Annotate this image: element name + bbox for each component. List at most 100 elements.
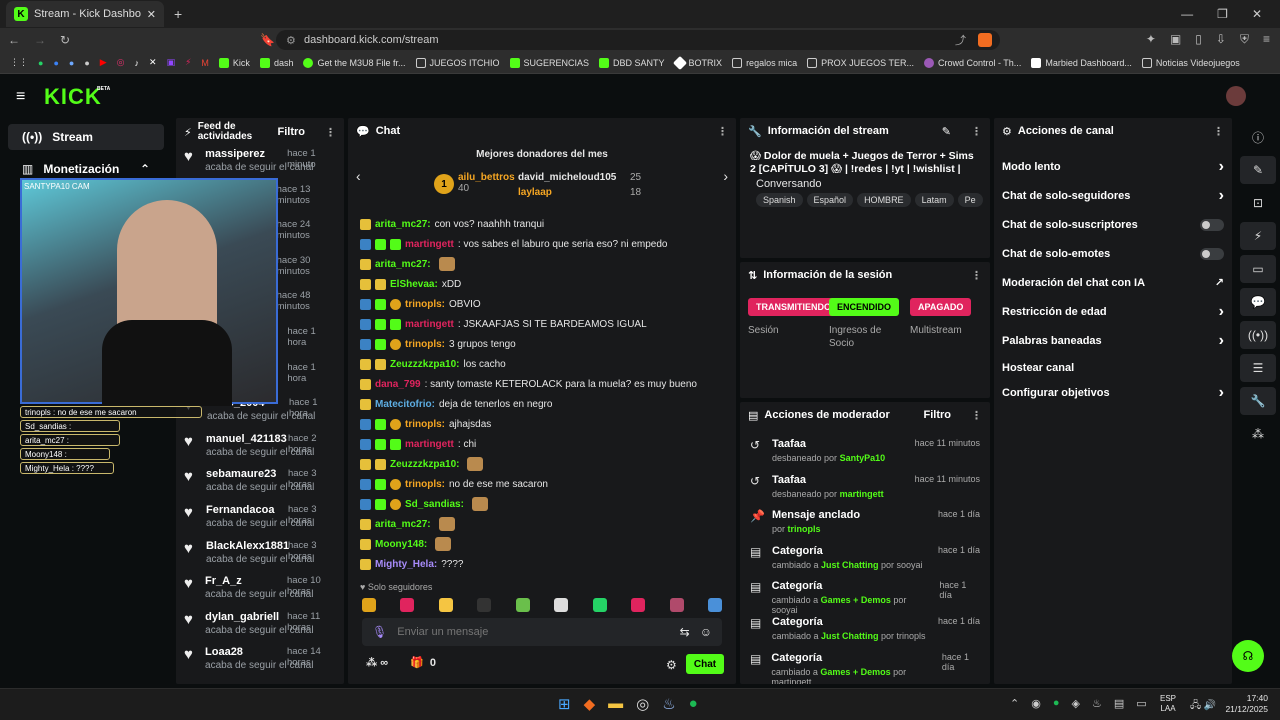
bookmark-marbied[interactable]: Marbied Dashboard... xyxy=(1031,57,1132,68)
chat-username[interactable]: martingett xyxy=(405,239,454,250)
bookmark-regalos-mica[interactable]: regalos mica xyxy=(732,57,797,68)
avatar[interactable] xyxy=(1226,86,1246,106)
broadcast-rail-icon[interactable]: ((•)) xyxy=(1240,321,1276,349)
emote-shortcut-icon[interactable] xyxy=(400,598,415,612)
chat-username[interactable]: trinopls: xyxy=(405,339,445,350)
send-chat-button[interactable]: Chat xyxy=(686,654,724,674)
apps-icon[interactable]: ⋮⋮ xyxy=(10,57,28,68)
feed-item[interactable]: ♥ Fernandacoa acaba de seguir el canal hace… xyxy=(176,502,344,538)
network-tray-icon[interactable]: ▭ xyxy=(1136,697,1146,710)
chat-message[interactable]: Sd_sandias: xyxy=(348,494,736,514)
chat-message[interactable]: ElShevaa: xDD xyxy=(348,274,736,294)
channel-action-hostear-canal[interactable]: Hostear canal xyxy=(994,355,1232,380)
bookmark-sugerencias[interactable]: SUGERENCIAS xyxy=(509,57,589,68)
vpn-icon[interactable]: ⛨ xyxy=(1240,32,1249,47)
tiktok-icon[interactable]: ♪ xyxy=(135,58,140,68)
spotify-icon[interactable]: ● xyxy=(689,695,698,713)
sidebar-item-stream[interactable]: ((•)) Stream xyxy=(8,124,164,150)
brave-taskbar-icon[interactable]: ◆ xyxy=(584,695,596,713)
chat-username[interactable]: Mighty_Hela: xyxy=(375,559,437,570)
emoji-icon[interactable]: ☺ xyxy=(700,625,712,639)
gmail-icon[interactable]: M xyxy=(201,58,209,68)
x-icon[interactable]: ✕ xyxy=(149,57,157,68)
chat-message[interactable]: arita_mc27: xyxy=(348,254,736,274)
points-icon[interactable]: ⁂ ∞ xyxy=(366,656,388,669)
feed-item[interactable]: ♥ Loaa28 acaba de seguir el canal hace 14 h… xyxy=(176,644,344,680)
channel-action-chat-de-solo-seguidores[interactable]: Chat de solo-seguidores › xyxy=(994,181,1232,210)
bookmark-prox-juegos[interactable]: PROX JUEGOS TER... xyxy=(807,57,914,68)
bookmark-icon-4[interactable]: ● xyxy=(84,58,89,68)
menu-icon[interactable]: ≡ xyxy=(1263,32,1270,47)
bookmark-icon-3[interactable]: ● xyxy=(69,58,74,68)
lightning-rail-icon[interactable]: ⚡ xyxy=(1240,222,1276,250)
toggle-switch[interactable] xyxy=(1200,247,1224,260)
emote-shortcut-icon[interactable] xyxy=(631,598,646,612)
channel-action-moderaci-n-del-chat-con-ia[interactable]: Moderación del chat con IA ↗ xyxy=(994,268,1232,297)
emote-shortcut-icon[interactable] xyxy=(554,598,569,612)
mod-action-row[interactable]: ▤ Categoría cambiado a Just Chatting por s… xyxy=(740,543,990,579)
chat-message[interactable]: Zeuzzzkzpa10: xyxy=(348,454,736,474)
bookmark-kick[interactable]: Kick xyxy=(218,57,250,68)
chat-message[interactable]: Mighty_Hela:???? xyxy=(348,554,736,574)
emote-shortcut-icon[interactable] xyxy=(669,598,684,612)
gift-icon[interactable]: 🎁 xyxy=(410,656,424,669)
windows-start-icon[interactable]: ⊞ xyxy=(558,695,571,713)
chat-menu-icon[interactable]: ⋮ xyxy=(717,125,728,138)
bolt-icon[interactable]: ⚡ xyxy=(185,57,191,68)
chat-username[interactable]: ElShevaa: xyxy=(390,279,438,290)
tray-chevron-icon[interactable]: ⌃ xyxy=(1010,697,1019,710)
stream-info-menu-icon[interactable]: ⋮ xyxy=(971,125,982,138)
mod-detail-target[interactable]: Just Chatting xyxy=(821,631,879,641)
spotify-tray-icon[interactable]: ● xyxy=(1053,697,1060,710)
mod-detail-target[interactable]: Games + Demos xyxy=(820,667,890,677)
bookmark-icon[interactable]: 🔖 xyxy=(260,33,275,47)
chat-username[interactable]: martingett xyxy=(405,319,454,330)
bookmark-m3u8[interactable]: Get the M3U8 File fr... xyxy=(303,57,406,68)
flag-tray-icon[interactable]: ▤ xyxy=(1114,697,1124,710)
bookmark-dash[interactable]: dash xyxy=(259,57,293,68)
chat-rail-icon[interactable]: 💬 xyxy=(1240,288,1276,316)
stream-tag[interactable]: HOMBRE xyxy=(857,193,911,207)
channel-action-restricci-n-de-edad[interactable]: Restricción de edad › xyxy=(994,297,1232,326)
chat-username[interactable]: trinopls: xyxy=(405,299,445,310)
document-icon[interactable]: ▭ xyxy=(1240,255,1276,283)
chat-message[interactable]: martingett: vos sabes el laburo que seri… xyxy=(348,234,736,254)
screenshot-icon[interactable]: ▣ xyxy=(1170,32,1181,47)
mod-detail-target[interactable]: Just Chatting xyxy=(821,560,879,570)
volume-icon[interactable]: 🖧 🔊 xyxy=(1190,698,1216,715)
chat-settings-icon[interactable]: ⚙ xyxy=(666,658,677,672)
mod-filter-button[interactable]: Filtro xyxy=(924,409,952,421)
chat-username[interactable]: martingett xyxy=(405,439,454,450)
sidebar-icon[interactable]: ▯ xyxy=(1195,32,1202,47)
edit-rail-icon[interactable]: ✎ xyxy=(1240,156,1276,184)
discord-tray-icon[interactable]: ◉ xyxy=(1031,697,1041,710)
info-icon[interactable]: ⓘ xyxy=(1240,123,1276,151)
chat-username[interactable]: Zeuzzzkzpa10: xyxy=(390,459,459,470)
chat-message[interactable]: arita_mc27: con vos? naahhh tranqui xyxy=(348,214,736,234)
emote-shortcut-icon[interactable] xyxy=(438,598,453,612)
chat-message[interactable]: arita_mc27: xyxy=(348,514,736,534)
message-input-box[interactable]: 🎙 ⇆ ☺ xyxy=(362,618,722,646)
steam-icon[interactable]: ♨ xyxy=(662,695,675,713)
browser-tab[interactable]: K Stream - Kick Dashboard ✕ xyxy=(6,1,164,27)
toggle-switch[interactable] xyxy=(1200,218,1224,231)
steam-tray-icon[interactable]: ♨ xyxy=(1092,697,1102,710)
twitch-icon[interactable]: ▣ xyxy=(167,57,176,68)
close-tab-icon[interactable]: ✕ xyxy=(147,8,156,21)
mod-menu-icon[interactable]: ⋮ xyxy=(971,409,982,422)
file-explorer-icon[interactable]: ▬ xyxy=(608,695,623,713)
obs-icon[interactable]: ◎ xyxy=(636,695,649,713)
mod-action-row[interactable]: ↺ Taafaa desbaneado por SantyPa10 hace 11 m… xyxy=(740,436,990,472)
chat-username[interactable]: arita_mc27: xyxy=(375,259,431,270)
edit-icon[interactable]: ✎ xyxy=(942,125,951,138)
channel-action-configurar-objetivos[interactable]: Configurar objetivos › xyxy=(994,380,1232,405)
bookmark-juegos-itchio[interactable]: JUEGOS ITCHIO xyxy=(415,57,500,68)
donors-next-icon[interactable]: › xyxy=(723,168,728,184)
feed-item[interactable]: ♥ Fr_A_z acaba de seguir el canal hace 10 h… xyxy=(176,573,344,609)
mod-action-row[interactable]: ▤ Categoría cambiado a Games + Demos por m… xyxy=(740,650,990,684)
instagram-icon[interactable]: ◎ xyxy=(117,57,125,68)
chat-username[interactable]: arita_mc27: xyxy=(375,219,431,230)
feed-item[interactable]: ♥ dylan_gabriell acaba de seguir el canal h… xyxy=(176,609,344,645)
close-window-icon[interactable]: ✕ xyxy=(1252,7,1262,21)
stream-tag[interactable]: Español xyxy=(806,193,854,207)
